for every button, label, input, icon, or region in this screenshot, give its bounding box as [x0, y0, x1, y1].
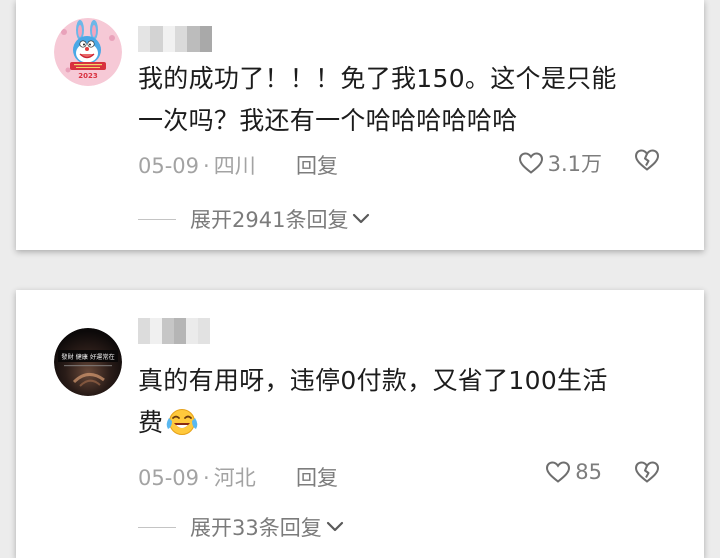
chevron-down-icon: [326, 521, 344, 533]
doraemon-rabbit-avatar-icon: 2023: [54, 18, 122, 86]
like-count: 3.1万: [547, 152, 602, 176]
dark-photo-avatar-icon: 發財 健康 好運常在: [54, 328, 122, 396]
comment-text-fragment: 费: [138, 408, 164, 437]
comment-date: 05-09: [138, 466, 200, 490]
comment-location: 四川: [213, 154, 256, 178]
comment-card: 2023 我的成功了！！！免了我150。这个是只能 一次吗？我还有一个哈哈哈哈哈…: [16, 0, 704, 250]
avatar[interactable]: 發財 健康 好運常在: [54, 328, 122, 396]
meta-separator: ·: [203, 154, 210, 178]
username-blurred[interactable]: [138, 26, 212, 52]
expand-replies-label: 展开2941条回复: [190, 208, 349, 232]
broken-heart-icon: [634, 461, 660, 483]
comment-text: 我的成功了！！！免了我150。这个是只能 一次吗？我还有一个哈哈哈哈哈哈: [138, 58, 678, 142]
broken-heart-icon: [634, 149, 660, 171]
dislike-button[interactable]: [634, 148, 660, 177]
comment-meta: 05-09 · 河北 回复 85: [138, 460, 660, 490]
chevron-down-icon: [352, 213, 370, 225]
comment-meta: 05-09 · 四川 回复 3.1万: [138, 148, 660, 178]
comment-location: 河北: [213, 466, 256, 490]
expand-replies-label: 展开33条回复: [190, 516, 322, 540]
dislike-button[interactable]: [634, 460, 660, 489]
comment-text-line: 我的成功了！！！免了我150。这个是只能: [138, 64, 617, 93]
comment-text: 真的有用呀，违停0付款，又省了100生活 费: [138, 360, 678, 450]
like-button[interactable]: 3.1万: [518, 148, 602, 178]
comment-text-line: 费: [138, 402, 678, 450]
reply-button[interactable]: 回复: [296, 462, 338, 492]
heart-icon: [546, 461, 571, 483]
username-blurred[interactable]: [138, 318, 210, 344]
like-button[interactable]: 85: [545, 460, 602, 484]
laughing-crying-emoji-icon: [165, 407, 199, 450]
date-location: 05-09 · 四川: [138, 150, 256, 180]
avatar[interactable]: 2023: [54, 18, 122, 86]
like-count: 85: [575, 460, 602, 484]
heart-icon: [518, 152, 543, 174]
meta-separator: ·: [203, 466, 210, 490]
svg-text:發財 健康 好運常在: 發財 健康 好運常在: [61, 353, 114, 361]
divider-line: [138, 218, 176, 220]
expand-replies-button[interactable]: 展开2941条回复: [138, 204, 370, 234]
comment-text-line: 一次吗？我还有一个哈哈哈哈哈哈: [138, 106, 518, 135]
svg-text:2023: 2023: [78, 72, 98, 80]
expand-replies-button[interactable]: 展开33条回复: [138, 512, 344, 542]
divider-line: [138, 526, 176, 528]
comment-text-line: 真的有用呀，违停0付款，又省了100生活: [138, 366, 608, 395]
reply-button[interactable]: 回复: [296, 150, 338, 180]
comment-card: 發財 健康 好運常在 真的有用呀，违停0付款，又省了100生活 费 05-09 …: [16, 290, 704, 558]
date-location: 05-09 · 河北: [138, 462, 256, 492]
comment-date: 05-09: [138, 154, 200, 178]
